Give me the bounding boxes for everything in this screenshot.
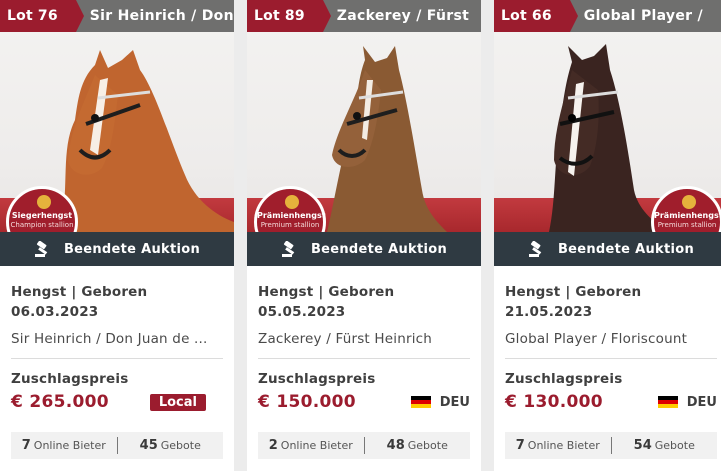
divider bbox=[11, 358, 223, 359]
country-code: DEU bbox=[439, 394, 470, 410]
seal-subtitle: Premium stallion bbox=[657, 221, 717, 229]
status-label: Beendete Auktion bbox=[310, 241, 448, 257]
bidders-label: Online Bieter bbox=[33, 439, 106, 452]
birth-date: 21.05.2023 bbox=[505, 304, 593, 320]
bidders-count: 2 bbox=[268, 438, 278, 453]
bidders-count: 7 bbox=[21, 438, 31, 453]
horse-title[interactable]: Global Player / bbox=[584, 8, 703, 24]
lot-card[interactable]: Lot 76 Sir Heinrich / Don Siegerhengst C… bbox=[0, 0, 234, 471]
card-header: Lot 76 Sir Heinrich / Don bbox=[0, 0, 234, 32]
bids-label: Gebote bbox=[160, 439, 201, 452]
bids-count: 48 bbox=[386, 438, 405, 453]
hammer-price: € 150.000 bbox=[258, 392, 356, 412]
hammer-price: € 265.000 bbox=[11, 392, 109, 412]
bidders-label: Online Bieter bbox=[280, 439, 353, 452]
card-header: Lot 89 Zackerey / Fürst bbox=[247, 0, 481, 32]
pedigree-text: Global Player / Floriscount bbox=[505, 331, 688, 347]
gender-label: Hengst | Geboren bbox=[505, 284, 642, 300]
seal-title: Siegerhengst bbox=[11, 211, 73, 220]
bid-stats: 2 Online Bieter 48 Gebote bbox=[258, 432, 470, 459]
emblem-icon bbox=[682, 195, 696, 209]
bid-stats: 7 Online Bieter 54 Gebote bbox=[505, 432, 717, 459]
emblem-icon bbox=[37, 195, 51, 209]
germany-flag-icon bbox=[657, 396, 678, 408]
gavel-icon bbox=[528, 241, 542, 257]
bids-label: Gebote bbox=[407, 439, 448, 452]
pedigree-text: Sir Heinrich / Don Juan de ... bbox=[11, 331, 208, 347]
buyer-country: DEU bbox=[410, 394, 470, 410]
bids-count: 54 bbox=[633, 438, 652, 453]
emblem-icon bbox=[285, 195, 299, 209]
bids-count: 45 bbox=[139, 438, 158, 453]
country-code: DEU bbox=[686, 394, 717, 410]
buyer-country: DEU bbox=[657, 394, 717, 410]
seal-subtitle: Premium stallion bbox=[260, 221, 320, 229]
seal-title: Prämienhengst bbox=[257, 211, 326, 220]
price-label: Zuschlagspreis bbox=[11, 371, 129, 387]
bids-label: Gebote bbox=[654, 439, 695, 452]
lot-card[interactable]: Lot 89 Zackerey / Fürst Prämienhengst Pr… bbox=[247, 0, 481, 471]
birth-date: 06.03.2023 bbox=[11, 304, 99, 320]
bidders-label: Online Bieter bbox=[527, 439, 600, 452]
auction-lot-grid: Lot 76 Sir Heinrich / Don Siegerhengst C… bbox=[0, 0, 721, 471]
lot-number-badge: Lot 76 bbox=[0, 0, 84, 32]
price-label: Zuschlagspreis bbox=[258, 371, 376, 387]
gavel-icon bbox=[34, 241, 48, 257]
buyer-local-badge: Local bbox=[149, 393, 206, 411]
gender-label: Hengst | Geboren bbox=[258, 284, 395, 300]
hammer-price: € 130.000 bbox=[505, 392, 603, 412]
seal-subtitle: Champion stallion bbox=[10, 221, 74, 229]
lot-number-badge: Lot 66 bbox=[494, 0, 578, 32]
price-label: Zuschlagspreis bbox=[505, 371, 623, 387]
auction-status-bar: Beendete Auktion bbox=[247, 232, 481, 266]
divider bbox=[505, 358, 717, 359]
gavel-icon bbox=[281, 241, 295, 257]
seal-title: Prämienhengst bbox=[654, 211, 721, 220]
lot-number-badge: Lot 89 bbox=[247, 0, 331, 32]
horse-title[interactable]: Sir Heinrich / Don bbox=[90, 8, 234, 24]
lot-details: Hengst | Geboren 21.05.2023 Global Playe… bbox=[505, 282, 717, 414]
pedigree-text: Zackerey / Fürst Heinrich bbox=[258, 331, 433, 347]
germany-flag-icon bbox=[410, 396, 431, 408]
status-label: Beendete Auktion bbox=[557, 241, 695, 257]
birth-date: 05.05.2023 bbox=[258, 304, 346, 320]
lot-details: Hengst | Geboren 05.05.2023 Zackerey / F… bbox=[258, 282, 470, 414]
lot-card[interactable]: Lot 66 Global Player / Prämienhengst Pre… bbox=[494, 0, 721, 471]
bid-stats: 7 Online Bieter 45 Gebote bbox=[11, 432, 223, 459]
card-header: Lot 66 Global Player / bbox=[494, 0, 721, 32]
divider bbox=[258, 358, 470, 359]
horse-title[interactable]: Zackerey / Fürst bbox=[337, 8, 469, 24]
auction-status-bar: Beendete Auktion bbox=[494, 232, 721, 266]
auction-status-bar: Beendete Auktion bbox=[0, 232, 234, 266]
bidders-count: 7 bbox=[515, 438, 525, 453]
status-label: Beendete Auktion bbox=[63, 241, 201, 257]
lot-details: Hengst | Geboren 06.03.2023 Sir Heinrich… bbox=[11, 282, 223, 414]
gender-label: Hengst | Geboren bbox=[11, 284, 148, 300]
